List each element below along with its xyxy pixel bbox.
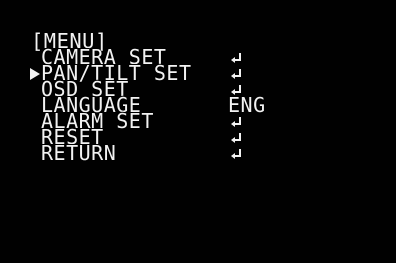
enter-icon — [231, 149, 241, 159]
menu-item-label: RETURN — [41, 141, 117, 165]
selection-cursor-icon — [30, 68, 40, 80]
enter-icon — [231, 53, 241, 63]
menu-list: CAMERA SET PAN/TILT SET OSD SET LANGUAGE… — [30, 47, 301, 165]
menu-item-return[interactable]: RETURN — [31, 141, 301, 165]
osd-screen: [MENU] CAMERA SET PAN/TILT SET OSD SET L… — [0, 0, 396, 263]
enter-icon — [231, 69, 241, 79]
osd-menu: [MENU] CAMERA SET PAN/TILT SET OSD SET L… — [30, 31, 301, 165]
language-value: ENG — [228, 93, 266, 117]
enter-icon — [231, 133, 241, 143]
enter-icon — [231, 117, 241, 127]
